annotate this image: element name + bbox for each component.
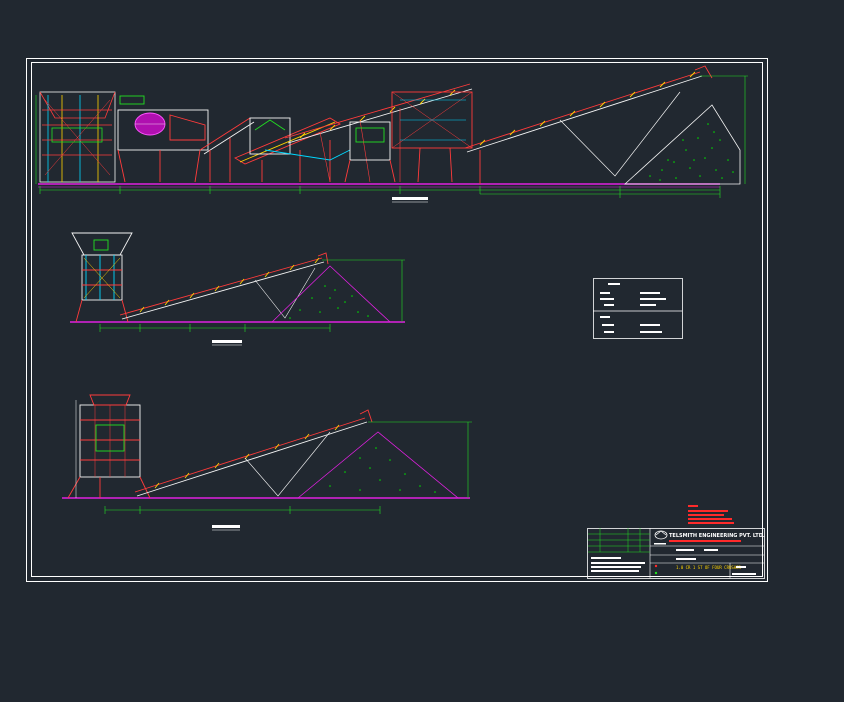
- specification-table: [593, 278, 683, 339]
- primary-unit-view: [70, 232, 405, 346]
- secondary-view-label: [212, 525, 240, 531]
- jaw-crusher: [117, 95, 209, 183]
- plant-elevation-view: [35, 65, 748, 203]
- primary-conveyor: [119, 252, 329, 320]
- main-inclined-conveyor: [284, 83, 473, 183]
- feeder-unit: [39, 91, 116, 183]
- stockpile-large: [623, 104, 741, 185]
- plant-view-label: [392, 197, 428, 203]
- primary-dimensions: [99, 259, 405, 332]
- hopper: [71, 232, 133, 323]
- secondary-crusher: [344, 91, 473, 183]
- company-logo: [654, 530, 668, 540]
- drawing-title: 1.0 CR 1 ST OF FOUR CRUSHER: [676, 565, 742, 570]
- drawing-notes: [688, 505, 734, 524]
- cone-crusher-frame: [67, 394, 151, 499]
- stacking-conveyor: [464, 65, 713, 184]
- stockpile-primary: [271, 265, 392, 323]
- primary-view-label: [212, 340, 242, 346]
- sheet-border: [26, 58, 768, 582]
- secondary-dimensions: [104, 421, 472, 514]
- company-name: TELSMITH ENGINEERING PVT. LTD.: [669, 533, 765, 539]
- cad-drawing-canvas: TELSMITH ENGINEERING PVT. LTD. 1.0 CR 1 …: [26, 58, 768, 582]
- secondary-unit-view: [62, 394, 472, 531]
- secondary-conveyor: [134, 409, 373, 497]
- title-block: TELSMITH ENGINEERING PVT. LTD. 1.0 CR 1 …: [587, 528, 765, 579]
